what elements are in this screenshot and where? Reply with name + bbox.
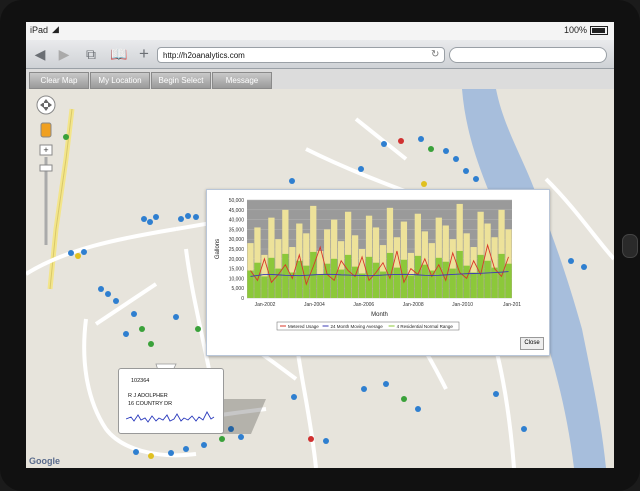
y-tick-label: 20,000	[229, 257, 245, 263]
normal-range-low-bar	[324, 263, 331, 298]
normal-range-low-bar	[393, 267, 401, 298]
normal-range-low-bar	[505, 263, 512, 298]
y-tick-label: 10,000	[229, 276, 245, 282]
normal-range-low-bar	[477, 254, 484, 298]
close-button[interactable]: Close	[520, 337, 544, 350]
x-tick-label: Jan-2004	[304, 302, 325, 308]
usage-chart-popup: 50,000 45,000 40,000 35,000 30,000 25,000 20,0…	[206, 189, 550, 356]
x-tick-label: Jan-2008	[403, 302, 424, 308]
svg-text:+: +	[43, 145, 48, 155]
y-tick-label: 45,000	[229, 208, 245, 214]
y-tick-label: 40,000	[229, 218, 245, 224]
normal-range-low-bar	[358, 273, 366, 298]
browser-toolbar: ◀ ▶ ⧉ 📖 + http://h2oanalytics.com ↻	[26, 40, 614, 69]
my-location-button[interactable]: My Location	[90, 72, 150, 89]
usage-sparkline	[126, 411, 215, 423]
battery-indicator: 100%	[563, 25, 608, 36]
screen: iPad ◢ 100% ◀ ▶ ⧉ 📖 + http://h2oanalytic…	[26, 22, 614, 468]
normal-range-low-bar	[470, 272, 477, 298]
y-tick-label: 30,000	[229, 237, 245, 243]
google-logo: Google	[29, 456, 60, 466]
y-tick-label: 5,000	[231, 286, 244, 292]
y-tick-label: 15,000	[229, 267, 245, 273]
normal-range-low-bar	[449, 268, 456, 298]
normal-range-low-bar	[275, 268, 282, 298]
y-tick-label: 25,000	[229, 247, 245, 253]
normal-range-low-bar	[428, 270, 435, 298]
new-tab-icon[interactable]: +	[136, 45, 152, 62]
legend-label: Metered Usage	[288, 324, 319, 329]
back-icon[interactable]: ◀	[32, 46, 48, 62]
forward-icon[interactable]: ▶	[56, 46, 72, 62]
normal-range-low-bar	[372, 262, 380, 298]
search-field[interactable]	[449, 47, 607, 63]
x-tick-label: Jan-201	[503, 302, 521, 308]
legend-label: 4 Residential Normal Range	[397, 324, 454, 329]
battery-icon	[590, 26, 608, 36]
normal-range-low-bar	[282, 253, 289, 298]
carrier-label: iPad	[30, 25, 49, 35]
wifi-icon: ◢	[52, 24, 59, 34]
normal-range-low-bar	[407, 275, 415, 298]
zoom-control-graphic: +	[36, 95, 56, 245]
normal-range-low-bar	[338, 269, 345, 298]
home-button[interactable]	[622, 234, 638, 258]
clear-map-button[interactable]: Clear Map	[29, 72, 89, 89]
usage-chart: 50,000 45,000 40,000 35,000 30,000 25,000 20,0…	[215, 198, 521, 331]
x-axis-label: Month	[371, 312, 388, 318]
normal-range-low-bar	[386, 252, 394, 298]
owner-name: R J ADOLPHER	[128, 393, 168, 399]
normal-range-low-bar	[344, 254, 352, 298]
x-tick-label: Jan-2002	[255, 302, 276, 308]
reload-icon[interactable]: ↻	[431, 47, 439, 63]
normal-range-low-bar	[463, 265, 470, 298]
begin-select-button[interactable]: Begin Select	[151, 72, 211, 89]
normal-range-low-bar	[268, 257, 275, 298]
y-axis-label: Gallons	[215, 239, 221, 259]
y-tick-label: 35,000	[229, 227, 245, 233]
bookmarks-icon[interactable]: 📖	[110, 46, 127, 62]
normal-range-low-bar	[296, 260, 303, 298]
y-tick-label: 0	[241, 296, 244, 302]
normal-range-low-bar	[303, 265, 310, 298]
normal-range-low-bar	[484, 260, 491, 298]
x-tick-label: Jan-2010	[452, 302, 473, 308]
normal-range-low-bar	[421, 264, 428, 298]
x-tick-label: Jan-2006	[353, 302, 374, 308]
map-view[interactable]: + 102364 R J ADOLPHER 16 COUNTRY DR 50,0…	[26, 89, 614, 468]
battery-label: 100%	[563, 25, 587, 35]
status-bar: iPad ◢ 100%	[26, 22, 614, 40]
normal-range-low-bar	[289, 272, 296, 298]
address-bar[interactable]: http://h2oanalytics.com	[157, 47, 445, 63]
normal-range-low-bar	[414, 255, 421, 298]
owner-address: 16 COUNTRY DR	[128, 401, 173, 407]
normal-range-low-bar	[317, 274, 324, 298]
normal-range-low-bar	[247, 270, 254, 298]
y-tick-label: 50,000	[229, 198, 245, 204]
normal-range-low-bar	[261, 276, 268, 298]
tabs-icon[interactable]: ⧉	[83, 46, 99, 62]
meter-info-bubble: 102364 R J ADOLPHER 16 COUNTRY DR	[118, 368, 224, 434]
app-toolbar: Clear Map My Location Begin Select Messa…	[26, 69, 614, 90]
message-button[interactable]: Message	[212, 72, 272, 89]
legend-label: 24 Month Moving Average	[331, 324, 384, 329]
account-id: 102364	[131, 378, 150, 384]
